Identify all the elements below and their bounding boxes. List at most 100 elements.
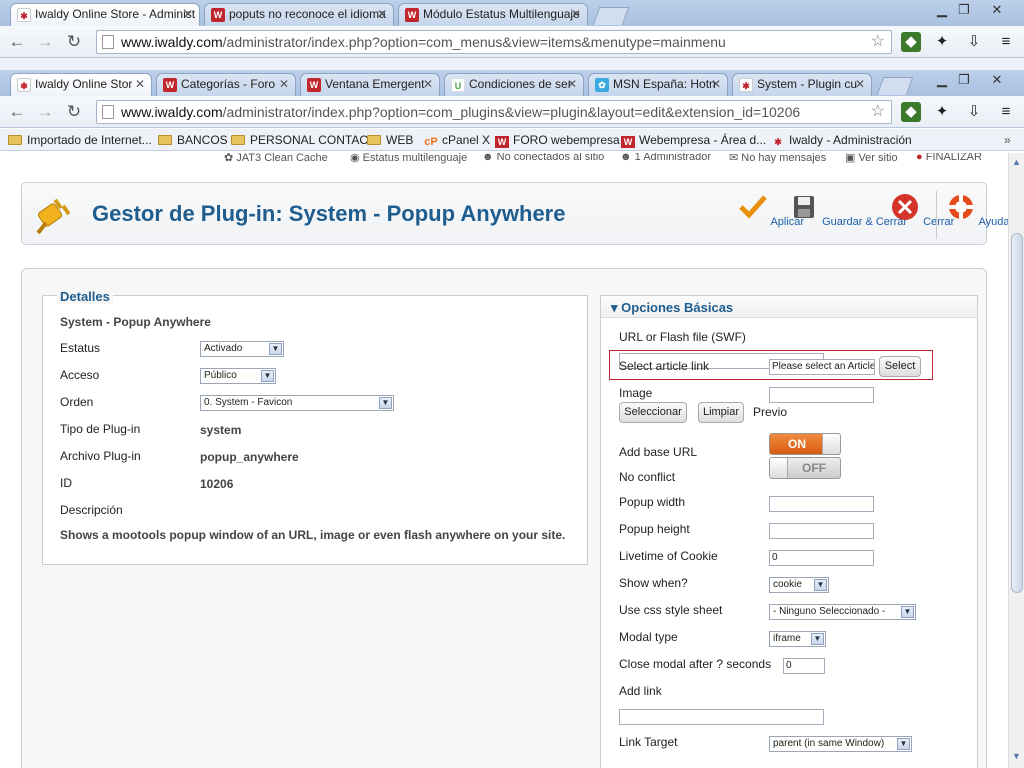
show-when-select[interactable]: cookie ▼ xyxy=(769,577,829,593)
more-bookmarks-icon[interactable]: » xyxy=(1004,133,1011,147)
bookmark-foro-webempresa[interactable]: W FORO webempresa xyxy=(495,133,620,148)
bookmark-webempresa-area[interactable]: W Webempresa - Área d... xyxy=(621,133,766,148)
close-after-label: Close modal after ? seconds xyxy=(619,657,772,671)
status-mensajes[interactable]: ✉ No hay mensajes xyxy=(729,153,826,164)
seleccionar-button[interactable]: Seleccionar xyxy=(619,402,687,423)
scrollbar-thumb[interactable] xyxy=(1011,233,1023,593)
help-button[interactable]: Ayuda xyxy=(946,193,1008,228)
webempresa-icon: W xyxy=(405,8,419,22)
reload-icon[interactable]: ↻ xyxy=(63,32,85,52)
select-article-button[interactable]: Select xyxy=(879,356,921,377)
popup-height-label: Popup height xyxy=(619,522,690,536)
tab-categorias-foro[interactable]: W Categorías - Foro ✕ xyxy=(156,73,296,96)
base-url-toggle[interactable]: ON xyxy=(769,433,841,455)
minimize-icon[interactable]: ▁ xyxy=(930,2,954,18)
image-input[interactable] xyxy=(769,387,874,403)
no-conflict-toggle[interactable]: OFF xyxy=(769,457,841,479)
power-icon: ● xyxy=(916,153,923,163)
forward-icon[interactable]: → xyxy=(34,102,56,122)
tab-msn[interactable]: ✿ MSN España: Hotn ✕ xyxy=(588,73,728,96)
close-tab-icon[interactable]: ✕ xyxy=(423,74,433,95)
reload-icon[interactable]: ↻ xyxy=(63,102,85,122)
status-clean-cache[interactable]: ✿ JAT3 Clean Cache xyxy=(224,153,328,164)
tab-system-plugin[interactable]: ✱ System - Plugin cu ✕ xyxy=(732,73,872,96)
download-icon[interactable]: ⇩ xyxy=(964,32,984,52)
estatus-select[interactable]: Activado ▼ xyxy=(200,341,284,357)
close-after-input[interactable]: 0 xyxy=(783,658,825,674)
close-tab-icon[interactable]: ✕ xyxy=(135,74,145,95)
restore-icon[interactable]: ❐ xyxy=(952,72,976,88)
orden-select[interactable]: 0. System - Favicon ▼ xyxy=(200,395,394,411)
descripcion-label: Descripción xyxy=(60,503,123,517)
popup-width-input[interactable] xyxy=(769,496,874,512)
modal-type-label: Modal type xyxy=(619,630,678,644)
page-icon xyxy=(102,35,114,49)
new-tab-button[interactable] xyxy=(876,77,914,95)
lifebuoy-icon xyxy=(949,195,973,219)
tab-iwaldy-admin[interactable]: ✱ Iwaldy Online Store - Administ ✕ xyxy=(10,3,200,27)
scroll-down-icon[interactable]: ▼ xyxy=(1012,751,1021,761)
extension-icon[interactable]: ◆ xyxy=(901,32,921,52)
back-icon[interactable]: ← xyxy=(6,32,28,52)
options-header[interactable]: ▾ Opciones Básicas xyxy=(601,296,977,318)
bookmark-star-icon[interactable]: ☆ xyxy=(871,101,885,123)
scroll-up-icon[interactable]: ▲ xyxy=(1012,157,1021,167)
bookmark-cpanel[interactable]: cP cPanel X xyxy=(424,133,490,148)
menu-icon[interactable]: ≡ xyxy=(996,102,1016,122)
address-bar[interactable]: www.iwaldy.com/administrator/index.php?o… xyxy=(96,100,892,124)
close-tab-icon[interactable]: ✕ xyxy=(711,74,721,95)
address-bar[interactable]: www.iwaldy.com/administrator/index.php?o… xyxy=(96,30,892,54)
download-icon[interactable]: ⇩ xyxy=(964,102,984,122)
status-multilenguaje[interactable]: ◉ Estatus multilenguaje xyxy=(350,153,467,164)
popup-height-input[interactable] xyxy=(769,523,874,539)
close-button[interactable]: Cerrar xyxy=(890,193,954,228)
cookie-label: Livetime of Cookie xyxy=(619,549,718,563)
close-tab-icon[interactable]: ✕ xyxy=(567,74,577,95)
archivo-value: popup_anywhere xyxy=(200,450,299,464)
chevron-down-icon: ▼ xyxy=(379,397,392,409)
status-ver-sitio[interactable]: ▣ Ver sitio xyxy=(845,153,898,164)
page-title: Gestor de Plug-in: System - Popup Anywhe… xyxy=(92,201,566,226)
iwaldy-icon: ✱ xyxy=(774,137,782,147)
cookie-input[interactable]: 0 xyxy=(769,550,874,566)
article-input[interactable]: Please select an Article xyxy=(769,359,875,375)
minimize-icon[interactable]: ▁ xyxy=(930,72,954,88)
tab-condiciones[interactable]: U Condiciones de ser ✕ xyxy=(444,73,584,96)
bookmark-personal-contact[interactable]: PERSONAL CONTACT xyxy=(231,133,375,147)
bug-icon[interactable]: ✦ xyxy=(932,102,952,122)
forward-icon[interactable]: → xyxy=(34,32,56,52)
close-tab-icon[interactable]: ✕ xyxy=(183,4,193,25)
page-scrollbar[interactable]: ▲ ▼ xyxy=(1008,153,1024,768)
extension-icon[interactable]: ◆ xyxy=(901,102,921,122)
close-window-icon[interactable]: ✕ xyxy=(985,2,1009,18)
limpiar-button[interactable]: Limpiar xyxy=(698,402,744,423)
bookmark-web[interactable]: WEB xyxy=(367,133,413,147)
new-tab-button[interactable] xyxy=(592,7,630,25)
close-tab-icon[interactable]: ✕ xyxy=(377,4,387,25)
toolbar-divider xyxy=(936,191,937,239)
tab-poputs[interactable]: W poputs no reconoce el idioma ✕ xyxy=(204,3,394,26)
back-icon[interactable]: ← xyxy=(6,102,28,122)
tab-ventana-emergente[interactable]: W Ventana Emergent ✕ xyxy=(300,73,440,96)
close-window-icon[interactable]: ✕ xyxy=(985,72,1009,88)
base-url-label: Add base URL xyxy=(619,445,698,459)
link-target-select[interactable]: parent (in same Window) ▼ xyxy=(769,736,912,752)
menu-icon[interactable]: ≡ xyxy=(996,32,1016,52)
add-link-input[interactable] xyxy=(619,709,824,725)
tab-iwaldy-store[interactable]: ✱ Iwaldy Online Stor ✕ xyxy=(10,73,152,97)
bookmark-importado[interactable]: Importado de Internet... xyxy=(8,133,152,147)
bug-icon[interactable]: ✦ xyxy=(932,32,952,52)
bookmark-bancos[interactable]: BANCOS xyxy=(158,133,228,147)
bookmark-star-icon[interactable]: ☆ xyxy=(871,31,885,53)
restore-icon[interactable]: ❐ xyxy=(952,2,976,18)
status-finalizar[interactable]: ● FINALIZAR xyxy=(916,153,982,163)
close-tab-icon[interactable]: ✕ xyxy=(279,74,289,95)
tab-modulo-estatus[interactable]: W Módulo Estatus Multilenguaje ✕ xyxy=(398,3,588,26)
checkmark-icon xyxy=(739,195,767,219)
modal-type-select[interactable]: iframe ▼ xyxy=(769,631,826,647)
close-tab-icon[interactable]: ✕ xyxy=(571,4,581,25)
css-select[interactable]: - Ninguno Seleccionado - ▼ xyxy=(769,604,916,620)
acceso-select[interactable]: Público ▼ xyxy=(200,368,276,384)
bookmark-iwaldy-admin[interactable]: ✱ Iwaldy - Administración xyxy=(771,133,912,148)
close-tab-icon[interactable]: ✕ xyxy=(855,74,865,95)
